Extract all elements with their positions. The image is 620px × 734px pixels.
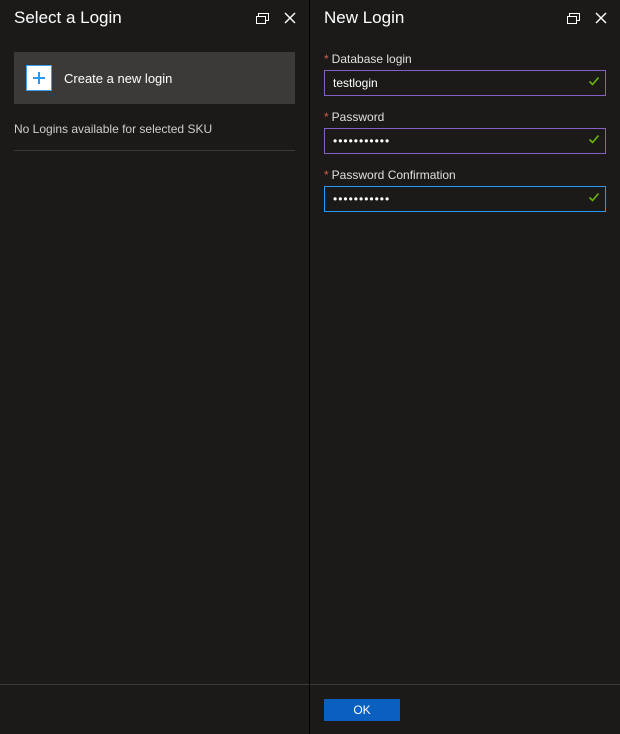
database-login-input[interactable] bbox=[324, 70, 606, 96]
new-login-controls bbox=[564, 9, 610, 27]
select-login-controls bbox=[253, 9, 299, 27]
checkmark-icon bbox=[588, 132, 600, 150]
new-login-title: New Login bbox=[324, 8, 404, 28]
password-confirm-input-wrap bbox=[324, 186, 606, 212]
password-confirm-input[interactable] bbox=[324, 186, 606, 212]
database-login-input-wrap bbox=[324, 70, 606, 96]
restore-icon[interactable] bbox=[253, 9, 271, 27]
create-new-login-label: Create a new login bbox=[64, 71, 172, 86]
plus-icon bbox=[26, 65, 52, 91]
create-new-login-button[interactable]: Create a new login bbox=[14, 52, 295, 104]
checkmark-icon bbox=[588, 74, 600, 92]
password-field-group: *Password bbox=[324, 110, 606, 154]
dialog-container: Select a Login Create a new login No Log… bbox=[0, 0, 620, 734]
password-confirm-field-group: *Password Confirmation bbox=[324, 168, 606, 212]
new-login-panel: New Login *Database login bbox=[310, 0, 620, 734]
select-login-footer bbox=[0, 684, 309, 734]
no-logins-message: No Logins available for selected SKU bbox=[14, 122, 295, 151]
close-icon[interactable] bbox=[592, 9, 610, 27]
new-login-header: New Login bbox=[310, 0, 620, 34]
password-input[interactable] bbox=[324, 128, 606, 154]
password-confirm-label: *Password Confirmation bbox=[324, 168, 606, 182]
password-label: *Password bbox=[324, 110, 606, 124]
required-marker: * bbox=[324, 52, 329, 66]
select-login-body: Create a new login No Logins available f… bbox=[0, 34, 309, 684]
select-login-title: Select a Login bbox=[14, 8, 122, 28]
select-login-header: Select a Login bbox=[0, 0, 309, 34]
database-login-label: *Database login bbox=[324, 52, 606, 66]
new-login-footer: OK bbox=[310, 684, 620, 734]
close-icon[interactable] bbox=[281, 9, 299, 27]
password-input-wrap bbox=[324, 128, 606, 154]
new-login-body: *Database login *Password bbox=[310, 34, 620, 684]
checkmark-icon bbox=[588, 190, 600, 208]
required-marker: * bbox=[324, 110, 329, 124]
required-marker: * bbox=[324, 168, 329, 182]
ok-button[interactable]: OK bbox=[324, 699, 400, 721]
select-login-panel: Select a Login Create a new login No Log… bbox=[0, 0, 310, 734]
restore-icon[interactable] bbox=[564, 9, 582, 27]
database-login-field-group: *Database login bbox=[324, 52, 606, 96]
